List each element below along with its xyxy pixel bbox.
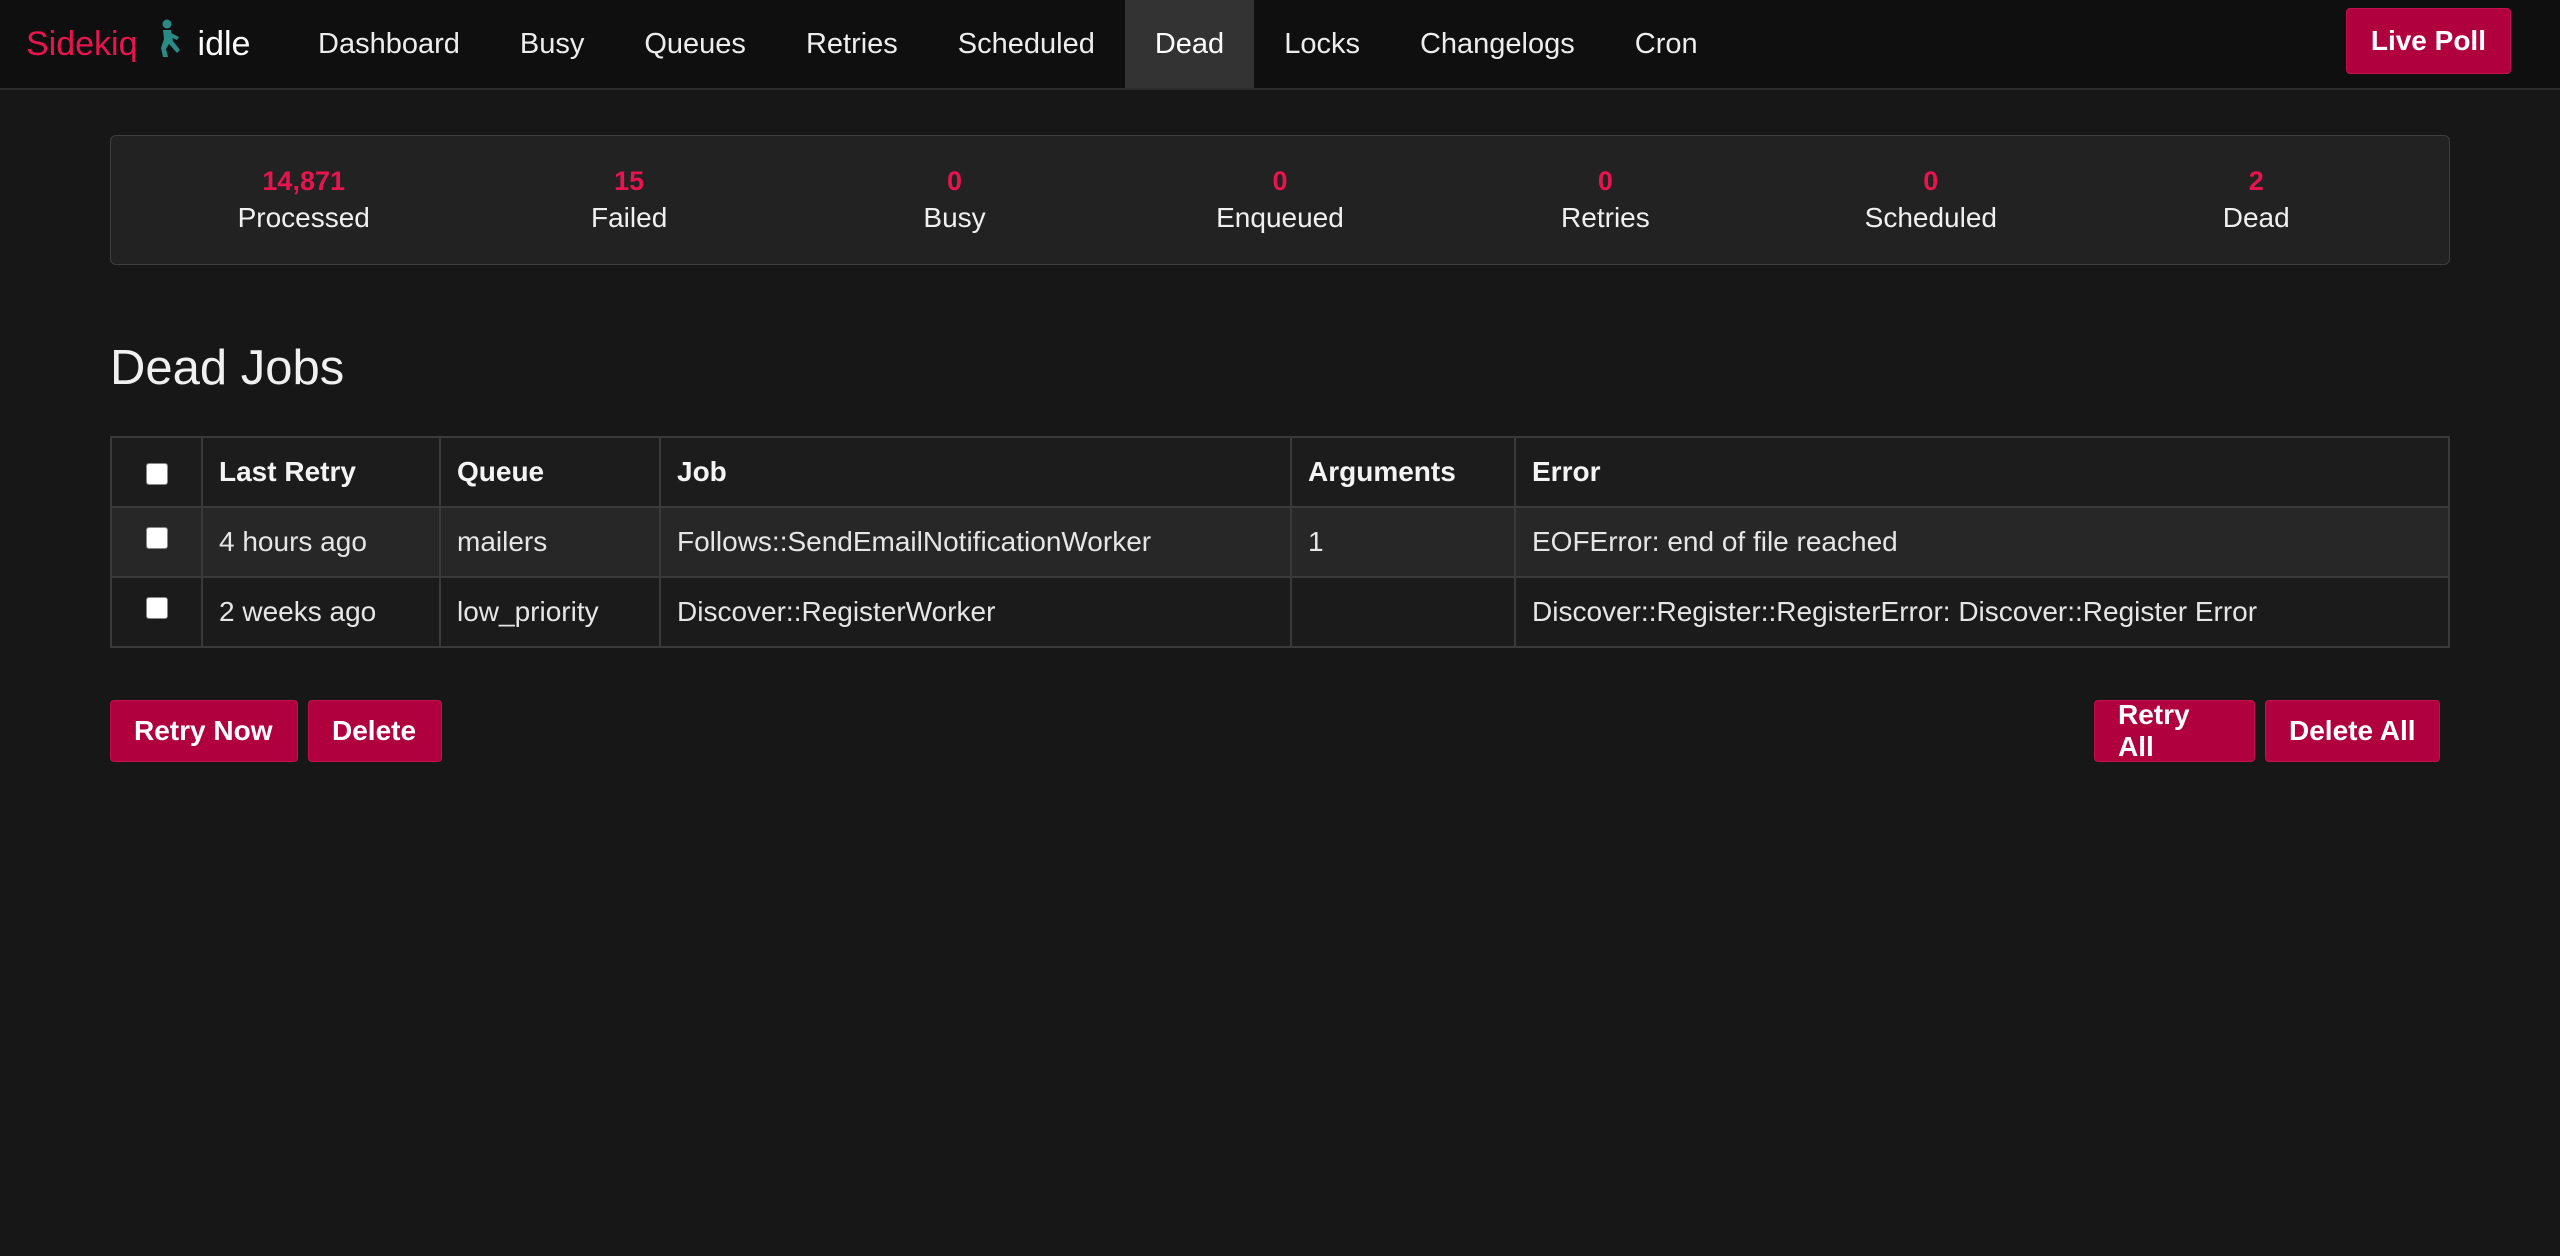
stat-count: 15	[614, 166, 645, 196]
brand-name[interactable]: Sidekiq	[26, 25, 138, 64]
live-poll-button[interactable]: Live Poll	[2345, 8, 2511, 74]
stat-label: Processed	[237, 202, 370, 233]
stat-label: Retries	[1561, 202, 1650, 233]
queue-link[interactable]: mailers	[439, 506, 661, 578]
top-navbar: Sidekiq idle Dashboard Busy Queues Retri…	[0, 0, 2560, 90]
delete-button[interactable]: Delete	[308, 700, 442, 762]
select-all-cell	[110, 436, 203, 508]
stat-count: 0	[947, 166, 963, 196]
select-all-checkbox[interactable]	[145, 462, 168, 485]
page-title: Dead Jobs	[110, 341, 345, 395]
last-retry-link[interactable]: 2 weeks ago	[201, 576, 441, 648]
row-select-cell	[110, 506, 203, 578]
row-checkbox[interactable]	[145, 596, 168, 619]
nav-item-scheduled[interactable]: Scheduled	[928, 0, 1125, 88]
brand[interactable]: Sidekiq idle	[26, 0, 250, 88]
main-nav: Dashboard Busy Queues Retries Scheduled …	[288, 0, 1728, 88]
table-header-row: Last Retry Queue Job Arguments Error	[110, 436, 2450, 508]
job-arguments	[1290, 576, 1516, 648]
nav-item-changelogs[interactable]: Changelogs	[1390, 0, 1605, 88]
stat-processed[interactable]: 14,871 Processed	[141, 136, 466, 264]
stat-label: Scheduled	[1864, 202, 1997, 233]
column-header-last-retry: Last Retry	[201, 436, 441, 508]
error-message: Discover::Register::RegisterError: Disco…	[1514, 576, 2450, 648]
column-header-job: Job	[659, 436, 1292, 508]
sidekiq-kicker-logo-icon	[152, 19, 186, 59]
stat-label: Failed	[591, 202, 668, 233]
stat-count: 2	[2248, 166, 2264, 196]
nav-item-dashboard[interactable]: Dashboard	[288, 0, 490, 88]
stat-label: Enqueued	[1216, 202, 1344, 233]
stat-scheduled[interactable]: 0 Scheduled	[1768, 136, 2093, 264]
stat-enqueued[interactable]: 0 Enqueued	[1117, 136, 1442, 264]
job-class: Follows::SendEmailNotificationWorker	[659, 506, 1292, 578]
stat-retries[interactable]: 0 Retries	[1443, 136, 1768, 264]
nav-item-busy[interactable]: Busy	[490, 0, 614, 88]
table-row: 2 weeks ago low_priority Discover::Regis…	[110, 576, 2450, 648]
stat-count: 0	[1597, 166, 1613, 196]
table-row: 4 hours ago mailers Follows::SendEmailNo…	[110, 506, 2450, 578]
retry-all-button[interactable]: Retry All	[2094, 699, 2255, 762]
error-message: EOFError: end of file reached	[1514, 506, 2450, 578]
nav-item-cron[interactable]: Cron	[1605, 0, 1728, 88]
stats-summary: 14,871 Processed 15 Failed 0 Busy 0 Enqu…	[110, 135, 2450, 265]
column-header-error: Error	[1514, 436, 2450, 508]
delete-all-button[interactable]: Delete All	[2265, 700, 2440, 762]
nav-item-dead[interactable]: Dead	[1124, 0, 1255, 88]
stat-label: Busy	[923, 202, 986, 233]
nav-item-locks[interactable]: Locks	[1254, 0, 1390, 88]
row-select-cell	[110, 576, 203, 648]
retry-now-button[interactable]: Retry Now	[110, 700, 298, 762]
status-label: idle	[197, 24, 251, 63]
stat-count: 0	[1272, 166, 1288, 196]
dead-jobs-table: Last Retry Queue Job Arguments Error 4 h…	[110, 436, 2450, 648]
job-class: Discover::RegisterWorker	[659, 576, 1292, 648]
row-checkbox[interactable]	[145, 526, 168, 549]
nav-item-retries[interactable]: Retries	[776, 0, 928, 88]
queue-link[interactable]: low_priority	[439, 576, 661, 648]
nav-item-queues[interactable]: Queues	[614, 0, 776, 88]
job-arguments: 1	[1290, 506, 1516, 578]
column-header-queue: Queue	[439, 436, 661, 508]
stat-count: 0	[1923, 166, 1939, 196]
stat-busy[interactable]: 0 Busy	[792, 136, 1117, 264]
last-retry-link[interactable]: 4 hours ago	[201, 506, 441, 578]
stat-dead[interactable]: 2 Dead	[2094, 136, 2419, 264]
stat-failed[interactable]: 15 Failed	[466, 136, 791, 264]
stat-count: 14,871	[262, 166, 345, 196]
column-header-arguments: Arguments	[1290, 436, 1516, 508]
stat-label: Dead	[2222, 202, 2290, 233]
